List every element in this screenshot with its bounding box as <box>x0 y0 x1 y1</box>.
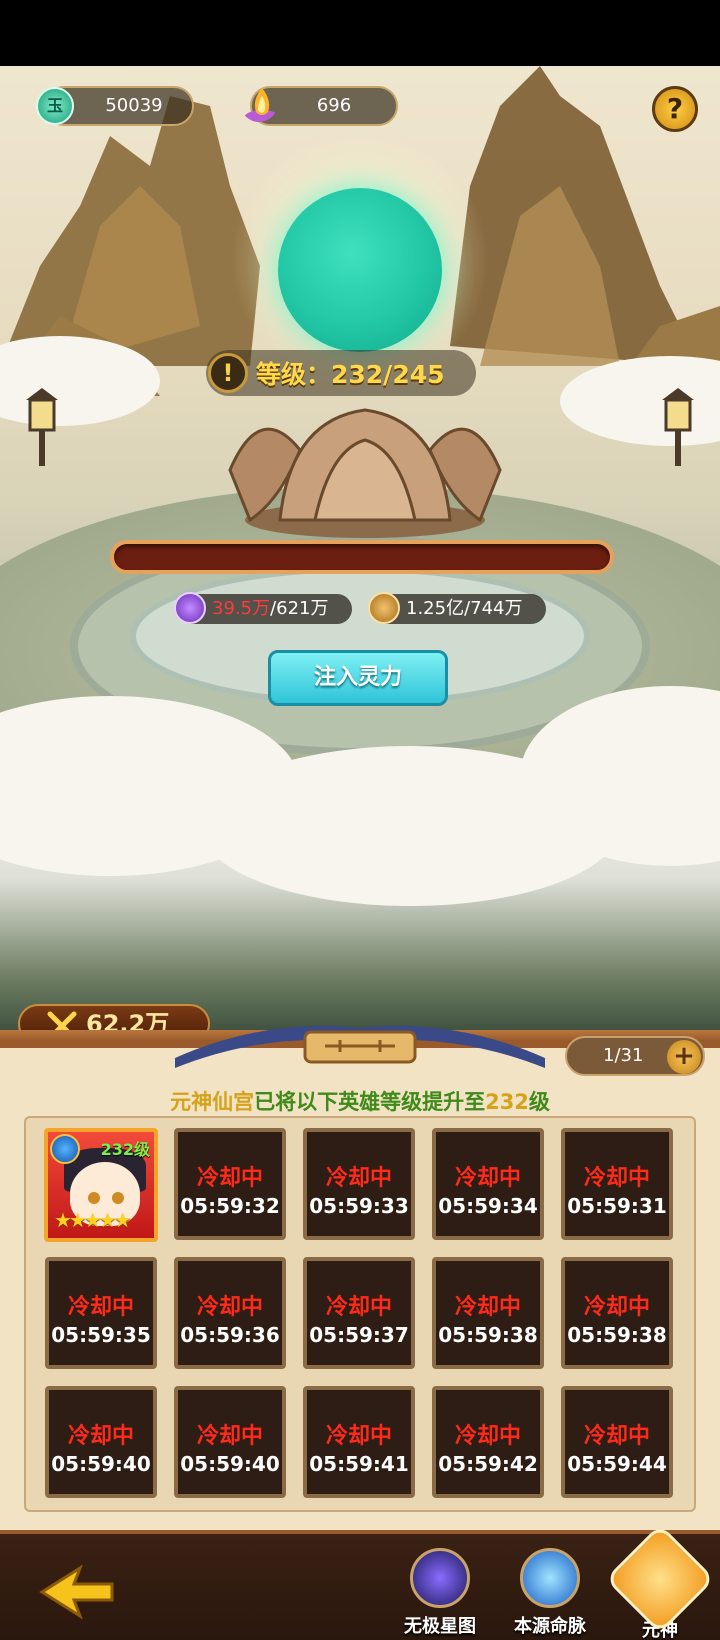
slot-status: 冷却中 <box>325 1424 392 1449</box>
slot-timer: 05:59:40 <box>180 1452 280 1476</box>
notice-suffix: 级 <box>528 1090 550 1114</box>
add-slot-button[interactable]: + <box>667 1040 701 1074</box>
copper-coin-icon <box>368 592 400 624</box>
cooldown-slot[interactable]: 冷却中 05:59:40 <box>45 1386 157 1498</box>
slot-timer: 05:59:34 <box>438 1194 538 1218</box>
alert-icon[interactable]: ! <box>208 353 248 393</box>
nav-label: 本源命脉 <box>514 1616 586 1637</box>
slot-timer: 05:59:38 <box>567 1323 667 1347</box>
slot-timer: 05:59:31 <box>567 1194 667 1218</box>
game-screen: ! 等级：232/245 39.5万/621万 1.25亿/744万 注入灵力 … <box>0 0 720 1640</box>
cooldown-slot[interactable]: 冷却中 05:59:44 <box>561 1386 673 1498</box>
slot-status: 冷却中 <box>454 1424 521 1449</box>
spirit-cost: 39.5万/621万 <box>174 592 352 624</box>
hero-eye <box>112 1192 124 1204</box>
hero-eye <box>88 1192 100 1204</box>
lantern-icon <box>26 388 58 466</box>
hero-slot-card[interactable]: 232级 ★★★★★ <box>44 1128 158 1242</box>
coin-cost: 1.25亿/744万 <box>368 592 546 624</box>
help-button[interactable]: ? <box>652 86 698 132</box>
hero-stars: ★★★★★ <box>54 1208 132 1232</box>
slot-timer: 05:59:41 <box>309 1452 409 1476</box>
lantern-icon <box>662 388 694 466</box>
cooldown-slot[interactable]: 冷却中 05:59:34 <box>432 1128 544 1240</box>
jade-coin-icon: 玉 <box>36 87 74 125</box>
spirit-have: 39.5万 <box>212 598 271 619</box>
slot-status: 冷却中 <box>325 1166 392 1191</box>
notice-level: 232 <box>485 1090 529 1114</box>
level-label: 等级：232/245 <box>256 360 445 389</box>
nav-origin-vein[interactable]: 本源命脉 <box>500 1548 600 1640</box>
page-counter-text: 1/31 <box>603 1045 644 1066</box>
spirit-progress-bar <box>110 540 614 574</box>
slot-timer: 05:59:36 <box>180 1323 280 1347</box>
slot-timer: 05:59:37 <box>309 1323 409 1347</box>
slot-timer: 05:59:33 <box>309 1194 409 1218</box>
status-bar-area <box>0 0 720 66</box>
slot-status: 冷却中 <box>196 1295 263 1320</box>
cooldown-slot[interactable]: 冷却中 05:59:33 <box>303 1128 415 1240</box>
slot-status: 冷却中 <box>196 1424 263 1449</box>
slot-timer: 05:59:35 <box>51 1323 151 1347</box>
nav-star-map[interactable]: 无极星图 <box>390 1548 490 1640</box>
cooldown-slot[interactable]: 冷却中 05:59:38 <box>561 1257 673 1369</box>
slot-timer: 05:59:32 <box>180 1194 280 1218</box>
purple-flame-icon <box>244 88 278 122</box>
page-counter: 1/31 + <box>565 1036 705 1076</box>
slot-status: 冷却中 <box>196 1166 263 1191</box>
purple-spirit-icon <box>174 592 206 624</box>
cooldown-slot[interactable]: 冷却中 05:59:41 <box>303 1386 415 1498</box>
spirit-need: /621万 <box>270 598 329 619</box>
slot-status: 冷却中 <box>67 1295 134 1320</box>
slot-status: 冷却中 <box>454 1295 521 1320</box>
slot-timer: 05:59:44 <box>567 1452 667 1476</box>
slot-status: 冷却中 <box>583 1166 650 1191</box>
slot-status: 冷却中 <box>67 1424 134 1449</box>
cooldown-slot[interactable]: 冷却中 05:59:42 <box>432 1386 544 1498</box>
slot-status: 冷却中 <box>325 1295 392 1320</box>
slot-status: 冷却中 <box>583 1424 650 1449</box>
slot-status: 冷却中 <box>583 1295 650 1320</box>
slot-timer: 05:59:42 <box>438 1452 538 1476</box>
upgrade-notice: 元神仙宫已将以下英雄等级提升至232级 <box>0 1086 720 1116</box>
slot-status: 冷却中 <box>454 1166 521 1191</box>
nav-label: 无极星图 <box>404 1616 476 1637</box>
element-badge-icon <box>50 1134 80 1164</box>
spirit-orb[interactable] <box>278 188 442 352</box>
cooldown-slot[interactable]: 冷却中 05:59:40 <box>174 1386 286 1498</box>
jade-value: 50039 <box>105 95 163 116</box>
cooldown-slot[interactable]: 冷却中 05:59:37 <box>303 1257 415 1369</box>
hero-level: 232级 <box>100 1140 150 1159</box>
lotus-pedestal <box>228 408 502 538</box>
back-arrow-icon[interactable] <box>36 1564 116 1620</box>
notice-prefix: 元神仙宫 <box>170 1090 255 1114</box>
coin-amount: 1.25亿/744万 <box>406 598 523 619</box>
nav-yuanshen[interactable]: 元神 <box>604 1523 716 1640</box>
notice-mid: 已将以下英雄等级提升至 <box>254 1090 486 1114</box>
flame-value: 696 <box>316 95 352 116</box>
star-map-icon <box>410 1548 470 1608</box>
slot-timer: 05:59:40 <box>51 1452 151 1476</box>
cooldown-slot[interactable]: 冷却中 05:59:36 <box>174 1257 286 1369</box>
cooldown-slot[interactable]: 冷却中 05:59:31 <box>561 1128 673 1240</box>
cooldown-slot[interactable]: 冷却中 05:59:38 <box>432 1257 544 1369</box>
panel-crest <box>175 1026 545 1068</box>
origin-vein-icon <box>520 1548 580 1608</box>
cooldown-slot[interactable]: 冷却中 05:59:35 <box>45 1257 157 1369</box>
inject-spirit-button[interactable]: 注入灵力 <box>268 650 448 706</box>
cooldown-slot[interactable]: 冷却中 05:59:32 <box>174 1128 286 1240</box>
slot-timer: 05:59:38 <box>438 1323 538 1347</box>
